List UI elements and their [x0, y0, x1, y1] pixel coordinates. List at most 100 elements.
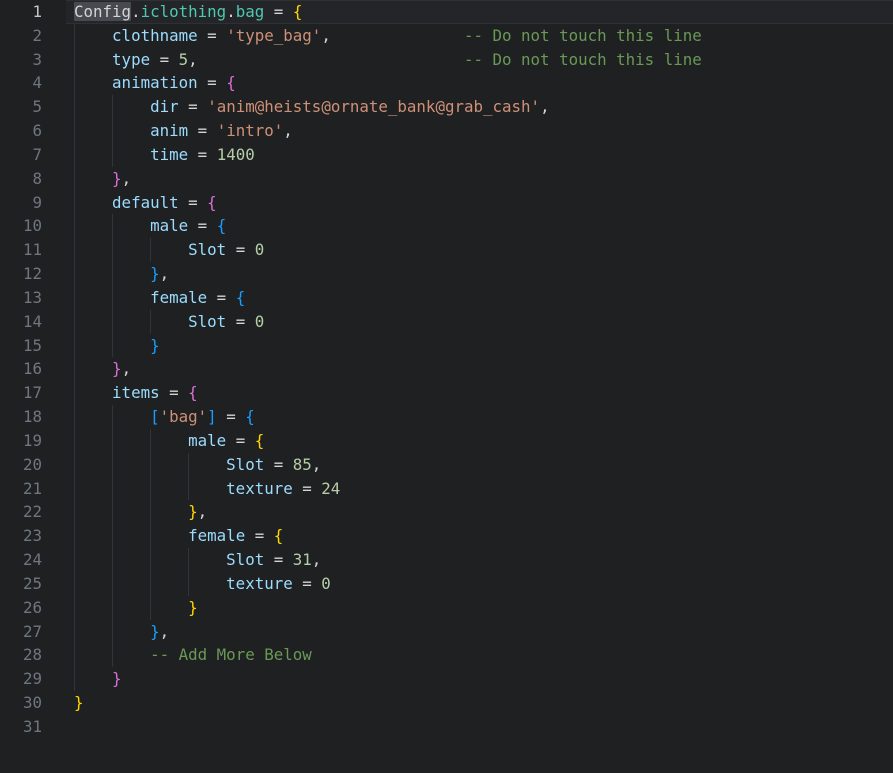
token: = [188, 216, 217, 236]
code-line[interactable]: type = 5, -- Do not touch this line [0, 47, 893, 72]
line-number[interactable]: 9 [0, 191, 42, 215]
line-number[interactable]: 3 [0, 48, 42, 72]
line-number[interactable]: 11 [0, 238, 42, 262]
line-number[interactable]: 23 [0, 524, 42, 548]
line-number[interactable]: 14 [0, 310, 42, 334]
code-line[interactable]: female = { [0, 524, 893, 549]
token: = [292, 573, 322, 593]
code-line[interactable]: }, [0, 619, 893, 644]
code-line[interactable]: time = 1400 [0, 142, 893, 167]
code-line[interactable]: female = { [0, 285, 893, 310]
line-number[interactable]: 18 [0, 405, 42, 429]
code-line[interactable]: animation = { [0, 71, 893, 96]
line-number[interactable]: 8 [0, 167, 42, 191]
token: 5 [178, 49, 189, 69]
line-number[interactable]: 19 [0, 429, 42, 453]
token: = [178, 192, 208, 212]
token: } [188, 502, 198, 522]
token: Slot [188, 240, 227, 260]
token: { [273, 526, 284, 546]
code-line[interactable]: }, [0, 500, 893, 525]
code-line[interactable]: }, [0, 357, 893, 382]
token: = [188, 121, 217, 141]
code-line[interactable]: } [0, 667, 893, 692]
line-number[interactable]: 1 [0, 0, 42, 24]
code-line[interactable]: Slot = 0 [0, 238, 893, 263]
code-text: Slot = 85, [0, 453, 893, 477]
code-line[interactable]: dir = 'anim@heists@ornate_bank@grab_cash… [0, 95, 893, 120]
line-number[interactable]: 31 [0, 715, 42, 739]
line-number[interactable]: 20 [0, 453, 42, 477]
code-line[interactable]: male = { [0, 428, 893, 453]
token: 'bag' [159, 407, 208, 427]
code-line[interactable]: Slot = 31, [0, 548, 893, 572]
token: { [226, 73, 236, 93]
code-text: }, [0, 262, 893, 286]
code-line[interactable]: } [0, 691, 893, 715]
token: } [150, 335, 160, 355]
code-line[interactable]: texture = 24 [0, 476, 893, 501]
token: = [264, 2, 293, 21]
line-number[interactable]: 28 [0, 643, 42, 667]
line-number[interactable]: 22 [0, 500, 42, 524]
line-number[interactable]: 27 [0, 620, 42, 644]
code-line[interactable]: Slot = 0 [0, 309, 893, 334]
code-line[interactable]: -- Add More Below [0, 643, 893, 668]
line-number[interactable]: 21 [0, 477, 42, 501]
token: } [112, 168, 122, 188]
code-line[interactable] [0, 715, 893, 739]
code-line[interactable]: }, [0, 166, 893, 191]
token: } [188, 597, 198, 617]
code-line[interactable]: default = { [0, 190, 893, 215]
code-line[interactable]: anim = 'intro', [0, 119, 893, 143]
line-number[interactable]: 29 [0, 667, 42, 691]
token: 24 [321, 478, 341, 498]
code-line[interactable]: } [0, 595, 893, 620]
code-editor[interactable]: Config.iclothing.bag = { clothname = 'ty… [0, 0, 893, 773]
token: , [283, 121, 293, 141]
token: , [197, 502, 208, 522]
token: . [131, 2, 141, 21]
line-number[interactable]: 2 [0, 24, 42, 48]
code-line[interactable]: } [0, 333, 893, 358]
line-number[interactable]: 10 [0, 214, 42, 238]
token: -- Do not touch this line [463, 49, 702, 69]
code-line[interactable]: male = { [0, 214, 893, 239]
code-line[interactable]: items = { [0, 381, 893, 406]
token: -- Do not touch this line [463, 25, 702, 45]
code-line[interactable]: }, [0, 262, 893, 286]
code-line[interactable]: Slot = 85, [0, 452, 893, 477]
line-number[interactable]: 5 [0, 95, 42, 119]
line-number-gutter[interactable]: 1 2 3 4 5 6 7 8 9 10 11 12 13 14 15 16 17 18 19 20 21 22 23 24 2… [0, 0, 42, 739]
line-number[interactable]: 7 [0, 143, 42, 167]
line-number[interactable]: 4 [0, 71, 42, 95]
line-number[interactable]: 26 [0, 596, 42, 620]
code-line[interactable]: clothname = 'type_bag', -- Do not touch … [0, 23, 893, 48]
token: = [197, 25, 227, 45]
line-number[interactable]: 13 [0, 286, 42, 310]
line-number[interactable]: 16 [0, 357, 42, 381]
line-number[interactable]: 24 [0, 548, 42, 572]
code-text: }, [0, 357, 893, 381]
token: -- Add More Below [150, 645, 312, 665]
line-number[interactable]: 6 [0, 119, 42, 143]
code-text: male = { [0, 214, 893, 238]
token: dir [150, 97, 179, 117]
line-number[interactable]: 25 [0, 572, 42, 596]
line-number[interactable]: 12 [0, 262, 42, 286]
code-line[interactable]: texture = 0 [0, 571, 893, 596]
token: } [150, 621, 160, 641]
token: items [112, 383, 160, 403]
code-line[interactable]: ['bag'] = { [0, 405, 893, 429]
code-line[interactable]: Config.iclothing.bag = { [0, 0, 893, 24]
line-number[interactable]: 17 [0, 381, 42, 405]
line-number[interactable]: 30 [0, 691, 42, 715]
line-number[interactable]: 15 [0, 334, 42, 358]
token: = [245, 526, 274, 546]
